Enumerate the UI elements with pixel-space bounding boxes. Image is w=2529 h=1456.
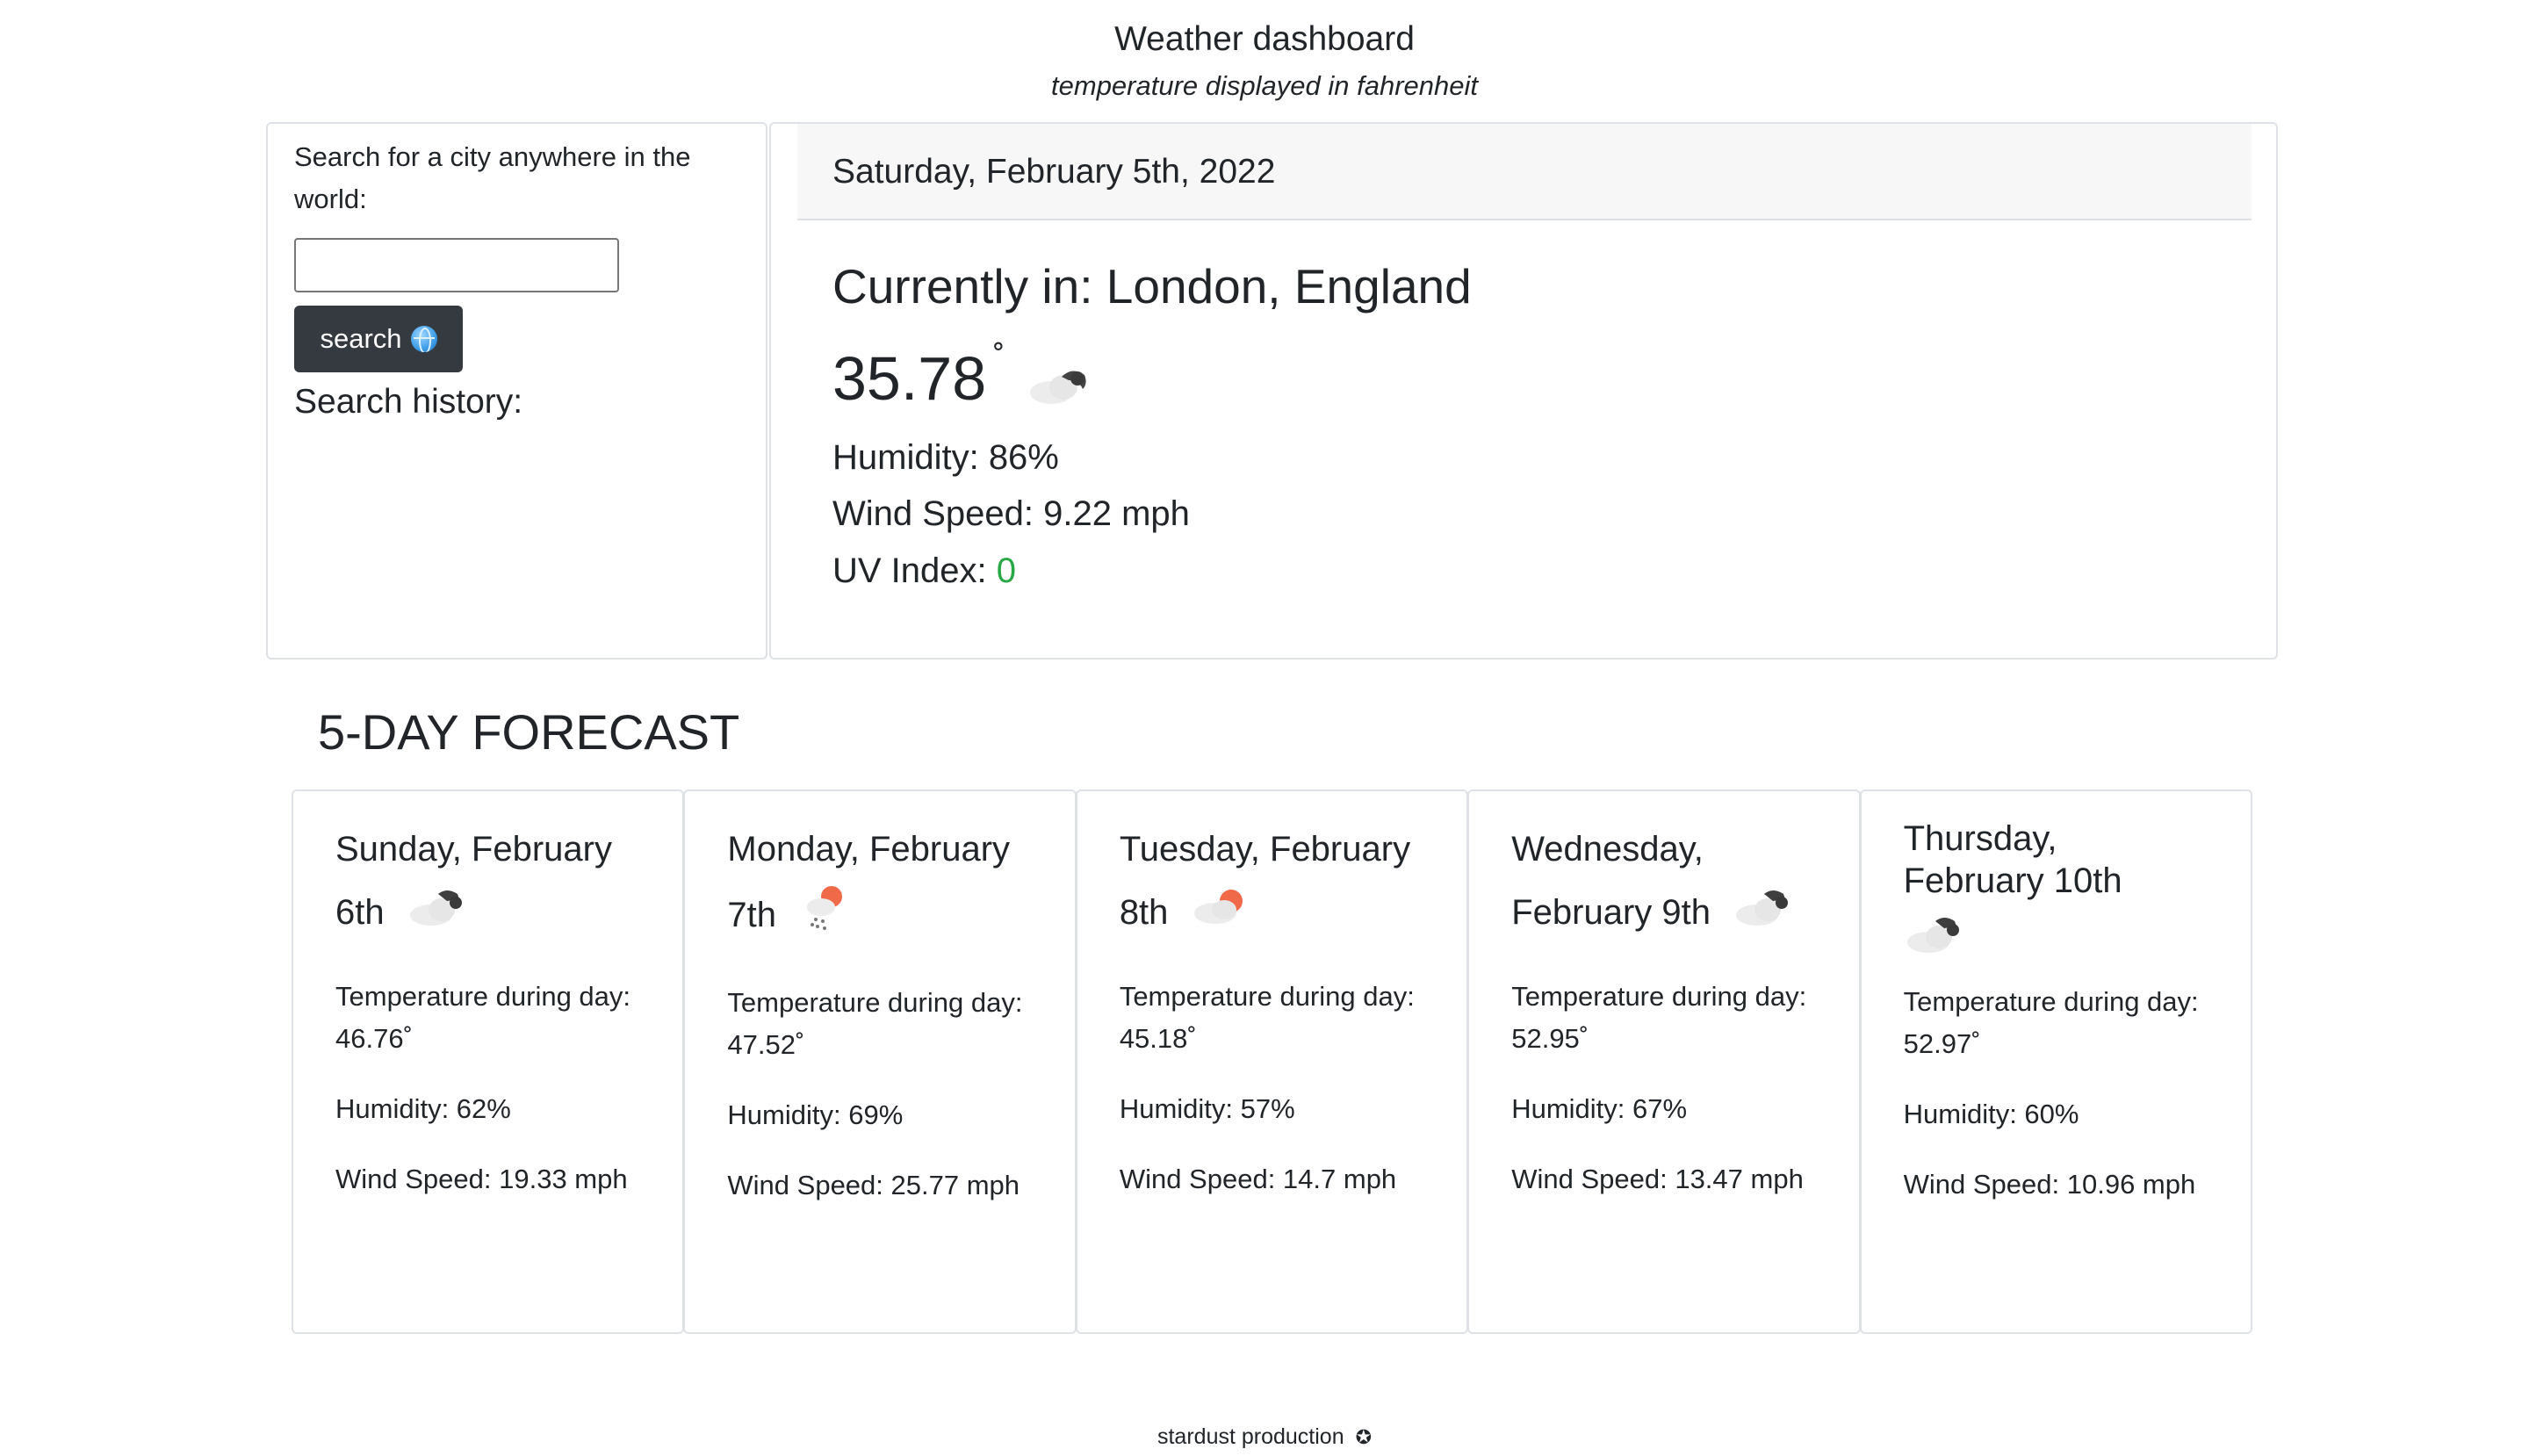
search-button-label: search [320, 323, 402, 354]
degree-symbol: ˚ [993, 339, 1005, 378]
cloud-sun-icon [1191, 882, 1252, 948]
forecast-humidity: Humidity: 69% [727, 1099, 904, 1130]
forecast-day-title-line2: 8th [1119, 893, 1169, 932]
forecast-card: Wednesday, February 9th Temperature duri… [1467, 789, 1861, 1334]
forecast-day-title: Thursday, February 10th [1904, 818, 2208, 902]
forecast-day-title-line1: Monday, February [727, 830, 1011, 869]
forecast-temperature: Temperature during day: 52.97˚ [1903, 986, 2199, 1059]
forecast-humidity: Humidity: 62% [335, 1092, 511, 1124]
forecast-temperature: Temperature during day: 52.95˚ [1511, 980, 1807, 1054]
uv-value: 0 [996, 551, 1017, 590]
forecast-temperature: Temperature during day: 45.18˚ [1119, 980, 1415, 1054]
search-panel: Search for a city anywhere in the world:… [266, 122, 767, 660]
cloud-moon-icon [1027, 357, 1093, 411]
forecast-day-title: Sunday, February 6th [335, 818, 640, 948]
forecast-day-title: Wednesday, February 9th [1511, 818, 1816, 948]
forecast-card: Sunday, February 6th Temperature during … [292, 789, 685, 1334]
forecast-day-title-line1: Thursday, [1903, 819, 2057, 858]
forecast-card: Tuesday, February 8th Temperature during… [1075, 789, 1469, 1334]
search-button[interactable]: search [294, 306, 463, 372]
forecast-card: Thursday, February 10th Temperature duri… [1859, 789, 2253, 1334]
current-uv-index: UV Index: 0 [832, 546, 1016, 595]
current-weather-panel: Saturday, February 5th, 2022 Currently i… [769, 122, 2278, 660]
page-subtitle: temperature displayed in fahrenheit [1051, 70, 1478, 101]
current-temperature-row: 35.78 ˚ [832, 335, 1093, 422]
forecast-wind-speed: Wind Speed: 10.96 mph [1903, 1169, 2196, 1200]
forecast-temperature: Temperature during day: 46.76˚ [335, 980, 631, 1054]
footer-text: stardust production [1156, 1424, 1344, 1449]
forecast-humidity: Humidity: 67% [1511, 1092, 1688, 1124]
footer: stardust production ✪ [0, 1419, 2529, 1455]
forecast-row: Sunday, February 6th Temperature during … [292, 789, 2253, 1334]
forecast-temperature: Temperature during day: 47.52˚ [727, 987, 1023, 1060]
forecast-humidity: Humidity: 57% [1119, 1092, 1295, 1124]
page-title: Weather dashboard [1114, 20, 1415, 58]
forecast-day-title-line2: 7th [727, 896, 777, 935]
forecast-wind-speed: Wind Speed: 19.33 mph [335, 1163, 628, 1194]
current-city: Currently in: London, England [832, 259, 1472, 314]
cloud-moon-icon [407, 882, 473, 948]
forecast-day-title-line1: Wednesday, [1511, 830, 1704, 869]
city-search-input[interactable] [294, 238, 619, 292]
forecast-day-title: Monday, February 7th [727, 818, 1032, 954]
forecast-wind-speed: Wind Speed: 14.7 mph [1119, 1163, 1397, 1194]
rain-sun-icon [798, 881, 851, 954]
cloud-moon-icon [1904, 907, 2208, 960]
forecast-wind-speed: Wind Speed: 13.47 mph [1511, 1163, 1804, 1194]
forecast-day-title-line2: February 9th [1511, 893, 1711, 932]
globe-icon [410, 326, 437, 352]
current-temperature: 35.78 [832, 344, 987, 413]
forecast-heading: 5-DAY FORECAST [318, 704, 740, 760]
forecast-day-title-line1: Sunday, February [335, 830, 612, 869]
current-humidity: Humidity: 86% [832, 438, 1059, 477]
forecast-day-title: Tuesday, February 8th [1120, 818, 1424, 948]
forecast-humidity: Humidity: 60% [1903, 1099, 2079, 1129]
search-history-heading: Search history: [294, 383, 523, 421]
weather-dashboard-page: Weather dashboard temperature displayed … [0, 0, 2529, 1456]
forecast-day-title-line1: Tuesday, February [1119, 830, 1411, 869]
search-prompt: Search for a city anywhere in the world: [294, 141, 691, 214]
current-date: Saturday, February 5th, 2022 [797, 124, 2252, 220]
uv-label: UV Index: [832, 551, 997, 590]
forecast-day-title-line2: 6th [335, 893, 385, 932]
cloud-moon-icon [1733, 882, 1799, 948]
forecast-day-title-line2: February 10th [1903, 861, 2122, 900]
current-wind-speed: Wind Speed: 9.22 mph [832, 494, 1190, 533]
forecast-card: Monday, February 7th Temperature during … [683, 789, 1077, 1334]
star-icon: ✪ [1355, 1426, 1372, 1448]
forecast-wind-speed: Wind Speed: 25.77 mph [727, 1170, 1020, 1200]
